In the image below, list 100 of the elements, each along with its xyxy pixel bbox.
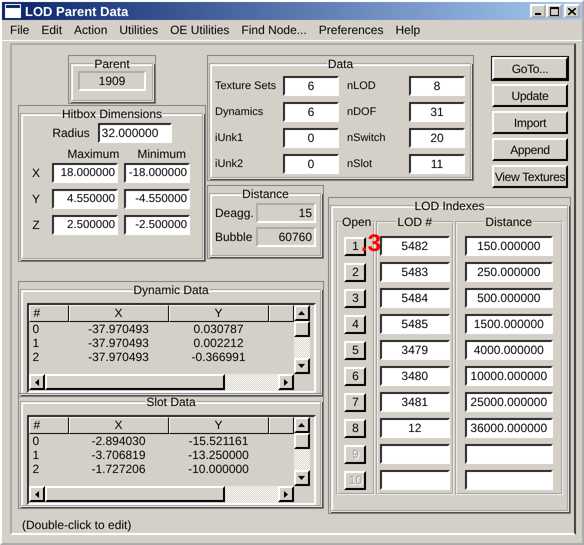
- table-cell-text: 1: [32, 448, 40, 462]
- lod-number-field[interactable]: [380, 444, 450, 464]
- lod-number-field[interactable]: 5484: [380, 288, 450, 308]
- open-lod-button[interactable]: 6: [344, 366, 366, 386]
- lod-number-field[interactable]: 3481: [380, 392, 450, 412]
- column-header[interactable]: [268, 305, 294, 322]
- data-field[interactable]: 20: [409, 128, 465, 148]
- scrollbar-thumb[interactable]: [294, 433, 310, 449]
- table-cell-text: -0.366991: [190, 350, 247, 364]
- column-header[interactable]: [268, 417, 294, 434]
- column-header[interactable]: Y: [168, 417, 268, 434]
- radius-field[interactable]: 32.000000: [98, 123, 172, 143]
- lod-distance-field[interactable]: 25000.000000: [464, 392, 553, 412]
- lod-number-field[interactable]: 5483: [380, 262, 450, 282]
- action-button[interactable]: View Textures: [492, 165, 568, 188]
- close-button[interactable]: [564, 4, 580, 18]
- maximize-icon: [550, 6, 558, 16]
- group-title: LOD Indexes: [413, 199, 486, 213]
- data-field[interactable]: 31: [409, 102, 465, 122]
- lod-distance-field[interactable]: 36000.000000: [464, 418, 553, 438]
- lod-distance-field[interactable]: 250.000000: [464, 262, 553, 282]
- menu-item[interactable]: File: [4, 23, 36, 37]
- menu-item[interactable]: Utilities: [113, 23, 164, 37]
- table-cell-text: -3.706819: [90, 448, 147, 462]
- lod-number-field[interactable]: [380, 470, 450, 490]
- group-title: Parent: [93, 57, 131, 71]
- open-lod-button[interactable]: 7: [344, 392, 366, 412]
- table-cell-text: 0: [32, 434, 40, 448]
- window-title: LOD Parent Data: [25, 4, 130, 18]
- menu-item[interactable]: Preferences: [312, 23, 390, 37]
- minimize-button[interactable]: [530, 4, 546, 18]
- lod-distance-field[interactable]: [464, 444, 553, 464]
- lod-number-field[interactable]: 3480: [380, 366, 450, 386]
- table-cell-text: 1: [32, 336, 40, 350]
- scrollbar-thumb[interactable]: [44, 374, 224, 390]
- menu-item[interactable]: Action: [68, 23, 114, 37]
- action-button[interactable]: Update: [492, 84, 568, 107]
- field-label: Bubble: [215, 230, 252, 244]
- lod-distance-field[interactable]: 10000.000000: [464, 366, 553, 386]
- scrollbar-thumb[interactable]: [44, 486, 224, 502]
- lod-distance-field[interactable]: [464, 470, 553, 490]
- open-lod-button[interactable]: 4: [344, 314, 366, 334]
- menu-item[interactable]: Find Node...: [235, 23, 313, 37]
- close-icon: [568, 8, 576, 14]
- field-label: Texture Sets: [215, 80, 278, 92]
- down-arrow-icon: [298, 364, 305, 368]
- lod-distance-field[interactable]: 150.000000: [464, 236, 553, 256]
- action-button[interactable]: Import: [492, 111, 568, 134]
- field-label: nSlot: [347, 158, 374, 170]
- column-header[interactable]: X: [68, 305, 168, 322]
- group-title: LOD #: [396, 215, 434, 229]
- field-label: nDOF: [347, 106, 378, 118]
- minimum-field[interactable]: -2.500000: [124, 215, 190, 235]
- data-field[interactable]: 8: [409, 76, 465, 96]
- lod-distance-field[interactable]: 4000.000000: [464, 340, 553, 360]
- action-button[interactable]: GoTo...: [492, 57, 568, 80]
- menu-item[interactable]: Help: [389, 23, 426, 37]
- left-arrow-icon: [34, 378, 38, 386]
- lod-number-field[interactable]: 12: [380, 418, 450, 438]
- column-header[interactable]: X: [68, 417, 168, 434]
- lod-number-field[interactable]: 5482: [380, 236, 450, 256]
- horizontal-scrollbar[interactable]: [28, 486, 294, 503]
- maximum-field[interactable]: 18.000000: [52, 163, 118, 183]
- column-header[interactable]: #: [28, 305, 68, 322]
- column-header[interactable]: Y: [168, 305, 268, 322]
- lod-distance-field[interactable]: 500.000000: [464, 288, 553, 308]
- maximize-button[interactable]: [546, 4, 562, 18]
- data-field[interactable]: 11: [409, 154, 465, 174]
- column-header[interactable]: #: [28, 417, 68, 434]
- horizontal-scrollbar[interactable]: [28, 374, 294, 391]
- menu-item[interactable]: OE Utilities: [164, 23, 236, 37]
- minimum-field[interactable]: -4.550000: [124, 189, 190, 209]
- maximum-field[interactable]: 2.500000: [52, 215, 118, 235]
- minimum-field[interactable]: -18.000000: [124, 163, 190, 183]
- open-lod-button[interactable]: 2: [344, 262, 366, 282]
- group-title: Slot Data: [145, 395, 197, 409]
- lod-number-field[interactable]: 5485: [380, 314, 450, 334]
- action-button[interactable]: Append: [492, 138, 568, 161]
- table-cell-text: -1.727206: [90, 462, 147, 476]
- data-field[interactable]: 6: [283, 102, 339, 122]
- menu-item[interactable]: Edit: [35, 23, 68, 37]
- vertical-scrollbar[interactable]: [294, 417, 310, 486]
- column-header: Maximum: [67, 147, 120, 161]
- vertical-scrollbar[interactable]: [294, 305, 310, 374]
- open-lod-button[interactable]: 3: [344, 288, 366, 308]
- group-title: Open: [341, 215, 372, 229]
- open-lod-button[interactable]: 8: [344, 418, 366, 438]
- lod-distance-field[interactable]: 1500.000000: [464, 314, 553, 334]
- field-label: Dynamics: [215, 106, 264, 118]
- column-header: Minimum: [137, 147, 186, 161]
- lod-number-field[interactable]: 3479: [380, 340, 450, 360]
- data-field[interactable]: 0: [283, 154, 339, 174]
- data-field[interactable]: 0: [283, 128, 339, 148]
- parent-field: 1909: [78, 71, 146, 91]
- scrollbar-thumb[interactable]: [294, 321, 310, 337]
- group-title: Distance: [241, 187, 290, 201]
- data-field[interactable]: 6: [283, 76, 339, 96]
- maximum-field[interactable]: 4.550000: [52, 189, 118, 209]
- open-lod-button[interactable]: 5: [344, 340, 366, 360]
- table-cell-text: 0: [32, 322, 40, 336]
